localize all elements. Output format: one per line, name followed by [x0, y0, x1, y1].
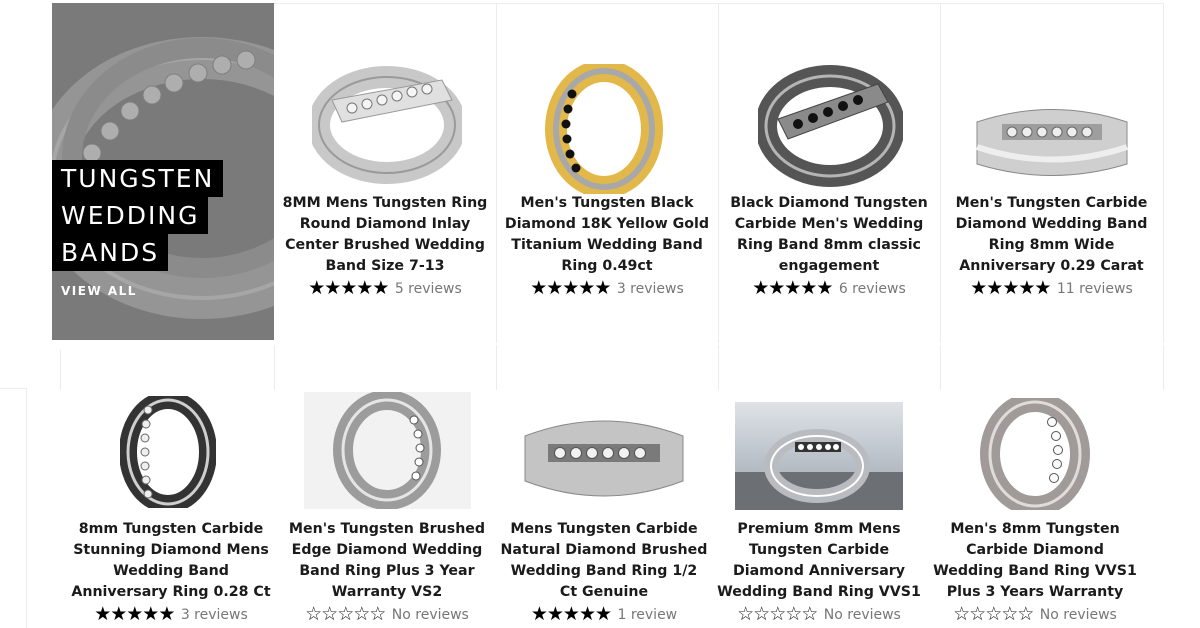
product-image[interactable]: [304, 390, 471, 510]
star-rating-icon: ☆☆☆☆☆: [953, 603, 1034, 625]
product-card[interactable]: 8mm Tungsten Carbide Stunning Diamond Me…: [62, 392, 280, 628]
product-title[interactable]: Men's Tungsten Carbide Diamond Wedding B…: [940, 193, 1163, 277]
product-title[interactable]: Men's 8mm Tungsten Carbide Diamond Weddi…: [928, 519, 1142, 603]
product-image[interactable]: [980, 398, 1090, 510]
review-count: No reviews: [823, 606, 901, 623]
product-title[interactable]: Men's Tungsten Brushed Edge Diamond Wedd…: [280, 519, 494, 603]
product-card[interactable]: Men's Tungsten Black Diamond 18K Yellow …: [496, 40, 718, 305]
product-rating: ★★★★★ 11 reviews: [940, 279, 1163, 298]
review-count: 3 reviews: [616, 280, 684, 297]
collection-title-line: TUNGSTEN: [52, 160, 224, 197]
star-rating-icon: ☆☆☆☆☆: [737, 603, 818, 625]
product-title[interactable]: 8MM Mens Tungsten Ring Round Diamond Inl…: [274, 193, 496, 277]
product-image[interactable]: [972, 102, 1132, 184]
collection-tile-tungsten-wedding-bands[interactable]: TUNGSTEN WEDDING BANDS VIEW ALL: [52, 3, 274, 340]
product-title[interactable]: Mens Tungsten Carbide Natural Diamond Br…: [496, 519, 712, 603]
product-image[interactable]: [312, 60, 462, 190]
product-card[interactable]: Mens Tungsten Carbide Natural Diamond Br…: [496, 392, 712, 628]
star-rating-icon: ★★★★★: [970, 277, 1051, 299]
product-rating: ★★★★★ 3 reviews: [62, 605, 280, 624]
product-rating: ☆☆☆☆☆ No reviews: [280, 605, 494, 624]
star-rating-icon: ★★★★★: [530, 277, 611, 299]
product-title[interactable]: 8mm Tungsten Carbide Stunning Diamond Me…: [62, 519, 280, 603]
review-count: 3 reviews: [180, 606, 248, 623]
product-rating: ★★★★★ 6 reviews: [718, 279, 940, 298]
product-card[interactable]: Men's Tungsten Brushed Edge Diamond Wedd…: [280, 390, 494, 628]
product-card[interactable]: Premium 8mm Mens Tungsten Carbide Diamon…: [712, 392, 926, 628]
review-count: 5 reviews: [394, 280, 462, 297]
product-rating: ★★★★★ 3 reviews: [496, 279, 718, 298]
product-rating: ★★★★★ 5 reviews: [274, 279, 496, 298]
star-rating-icon: ☆☆☆☆☆: [305, 603, 386, 625]
product-rating: ☆☆☆☆☆ No reviews: [928, 605, 1142, 624]
review-count: 1 review: [617, 606, 678, 623]
product-image[interactable]: [735, 402, 903, 510]
product-title[interactable]: Men's Tungsten Black Diamond 18K Yellow …: [496, 193, 718, 277]
view-all-link[interactable]: VIEW ALL: [61, 284, 137, 298]
product-title[interactable]: Premium 8mm Mens Tungsten Carbide Diamon…: [712, 519, 926, 603]
product-image[interactable]: [120, 396, 216, 508]
product-card[interactable]: 8MM Mens Tungsten Ring Round Diamond Inl…: [274, 40, 496, 305]
product-title[interactable]: Black Diamond Tungsten Carbide Men's Wed…: [718, 193, 940, 277]
review-count: No reviews: [391, 606, 469, 623]
product-card[interactable]: Men's Tungsten Carbide Diamond Wedding B…: [940, 40, 1163, 305]
product-rating: ★★★★★ 1 review: [496, 605, 712, 624]
product-card[interactable]: Black Diamond Tungsten Carbide Men's Wed…: [718, 40, 940, 305]
review-count: No reviews: [1039, 606, 1117, 623]
product-image[interactable]: [520, 406, 688, 510]
review-count: 6 reviews: [838, 280, 906, 297]
star-rating-icon: ★★★★★: [752, 277, 833, 299]
star-rating-icon: ★★★★★: [94, 603, 175, 625]
review-count: 11 reviews: [1056, 280, 1133, 297]
collection-title-line: BANDS: [52, 234, 169, 271]
collection-title: TUNGSTEN WEDDING BANDS: [52, 160, 224, 271]
product-image[interactable]: [544, 64, 664, 194]
product-rating: ☆☆☆☆☆ No reviews: [712, 605, 926, 624]
product-card[interactable]: Men's 8mm Tungsten Carbide Diamond Weddi…: [928, 392, 1142, 628]
product-image[interactable]: [758, 64, 903, 189]
star-rating-icon: ★★★★★: [308, 277, 389, 299]
star-rating-icon: ★★★★★: [530, 603, 612, 625]
collection-title-line: WEDDING: [52, 197, 209, 234]
